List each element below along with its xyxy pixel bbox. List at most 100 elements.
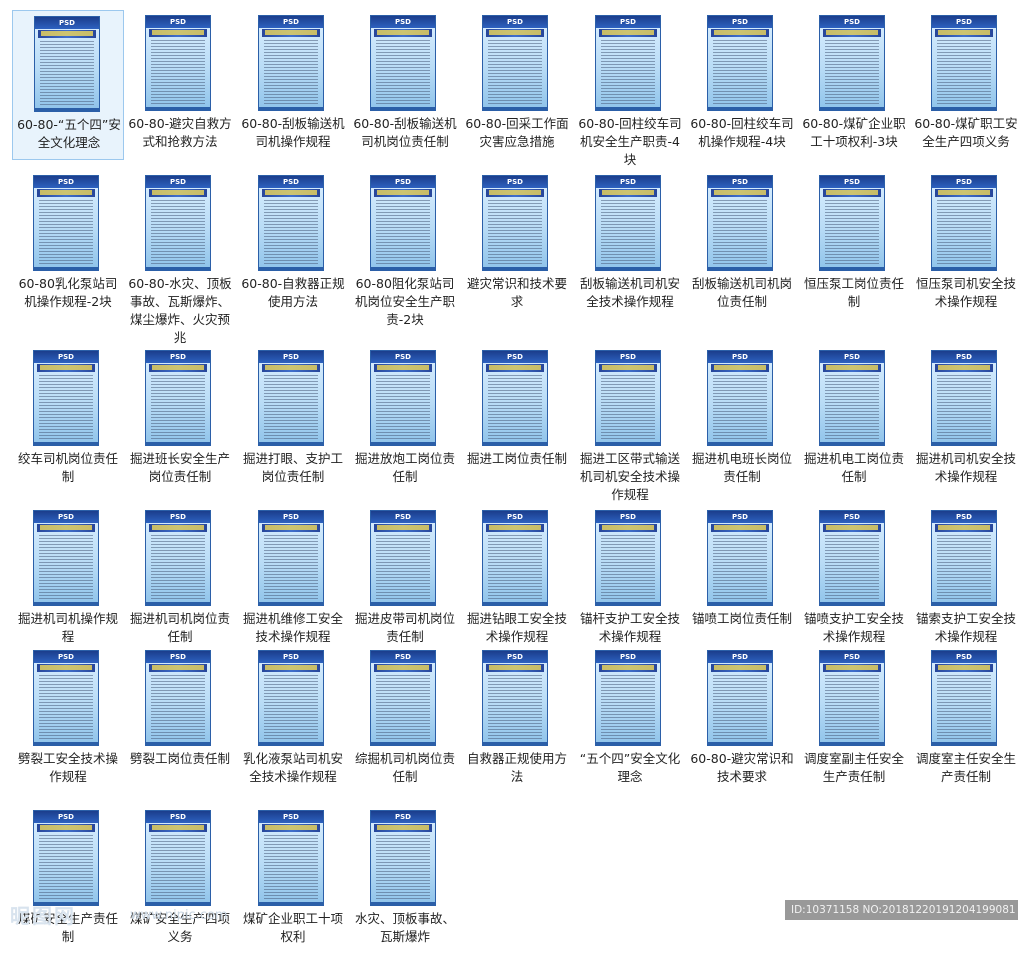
file-item[interactable]: PSD 综掘机司机岗位责任制	[349, 645, 461, 795]
file-item[interactable]: PSD 掘进机司机安全技术操作规程	[910, 345, 1022, 495]
file-item[interactable]: PSD 60-80-避灾自救方式和抢救方法	[124, 10, 236, 160]
psd-badge: PSD	[283, 353, 299, 361]
psd-thumbnail: PSD	[595, 175, 661, 271]
file-item[interactable]: PSD 60-80-回采工作面灾害应急措施	[461, 10, 573, 160]
file-name-label: 劈裂工岗位责任制	[129, 751, 230, 766]
psd-thumbnail: PSD	[931, 510, 997, 606]
psd-badge: PSD	[956, 513, 972, 521]
file-item[interactable]: PSD 劈裂工安全技术操作规程	[12, 645, 124, 795]
file-item[interactable]: PSD 掘进放炮工岗位责任制	[349, 345, 461, 495]
psd-badge: PSD	[170, 18, 186, 26]
file-item[interactable]: PSD 劈裂工岗位责任制	[124, 645, 236, 795]
psd-thumbnail: PSD	[258, 350, 324, 446]
psd-thumbnail: PSD	[595, 510, 661, 606]
psd-thumbnail: PSD	[33, 510, 99, 606]
psd-badge: PSD	[58, 353, 74, 361]
file-name-label: 掘进机维修工安全技术操作规程	[242, 611, 343, 644]
file-item[interactable]: PSD 掘进工岗位责任制	[461, 345, 573, 495]
file-item[interactable]: PSD 掘进机维修工安全技术操作规程	[237, 505, 349, 655]
psd-thumbnail: PSD	[931, 175, 997, 271]
psd-thumbnail: PSD	[595, 15, 661, 111]
file-item[interactable]: PSD 恒压泵司机安全技术操作规程	[910, 170, 1022, 320]
psd-thumbnail: PSD	[258, 15, 324, 111]
psd-badge: PSD	[844, 653, 860, 661]
psd-badge: PSD	[844, 513, 860, 521]
file-item[interactable]: PSD 60-80-自救器正规使用方法	[237, 170, 349, 320]
psd-badge: PSD	[956, 653, 972, 661]
image-id-bar: ID:10371158 NO:20181220191204199081	[785, 900, 1018, 920]
file-item[interactable]: PSD 刮板输送机司机岗位责任制	[686, 170, 798, 320]
file-item[interactable]: PSD 调度室主任安全生产责任制	[910, 645, 1022, 795]
file-item[interactable]: PSD 60-80-刮板输送机司机岗位责任制	[349, 10, 461, 160]
psd-badge: PSD	[507, 18, 523, 26]
file-item[interactable]: PSD 掘进机电工岗位责任制	[798, 345, 910, 495]
file-name-label: 掘进班长安全生产岗位责任制	[129, 451, 230, 484]
psd-thumbnail: PSD	[34, 16, 100, 112]
file-item[interactable]: PSD 锚索支护工安全技术操作规程	[910, 505, 1022, 655]
psd-badge: PSD	[732, 178, 748, 186]
psd-thumbnail: PSD	[482, 175, 548, 271]
psd-thumbnail: PSD	[370, 510, 436, 606]
file-item[interactable]: PSD 锚喷支护工安全技术操作规程	[798, 505, 910, 655]
file-item[interactable]: PSD 60-80-回柱绞车司机操作规程-4块	[686, 10, 798, 160]
file-item[interactable]: PSD 掘进工区带式输送机司机安全技术操作规程	[574, 345, 686, 502]
watermark-url: www.nipic.com	[130, 908, 228, 923]
file-item[interactable]: PSD 60-80-回柱绞车司机安全生产职责-4块	[574, 10, 686, 167]
file-item[interactable]: PSD 掘进机电班长岗位责任制	[686, 345, 798, 495]
file-item[interactable]: PSD 刮板输送机司机安全技术操作规程	[574, 170, 686, 320]
file-item[interactable]: PSD 掘进钻眼工安全技术操作规程	[461, 505, 573, 655]
file-item[interactable]: PSD 60-80-“五个四”安全文化理念	[12, 10, 124, 160]
file-item[interactable]: PSD 煤矿安全生产四项义务	[124, 805, 236, 955]
file-item[interactable]: PSD 60-80-刮板输送机司机操作规程	[237, 10, 349, 160]
file-name-label: 掘进工岗位责任制	[466, 451, 567, 466]
file-name-label: 刮板输送机司机安全技术操作规程	[579, 276, 680, 309]
file-item[interactable]: PSD 煤矿安全生产责任制	[12, 805, 124, 955]
psd-thumbnail: PSD	[33, 350, 99, 446]
file-item[interactable]: PSD 避灾常识和技术要求	[461, 170, 573, 320]
psd-badge: PSD	[395, 653, 411, 661]
psd-badge: PSD	[620, 513, 636, 521]
file-item[interactable]: PSD 60-80-煤矿企业职工十项权利-3块	[798, 10, 910, 160]
file-name-label: 综掘机司机岗位责任制	[354, 751, 455, 784]
file-item[interactable]: PSD 锚杆支护工安全技术操作规程	[574, 505, 686, 655]
psd-thumbnail: PSD	[258, 650, 324, 746]
psd-badge: PSD	[58, 813, 74, 821]
file-item[interactable]: PSD 自救器正规使用方法	[461, 645, 573, 795]
file-name-label: 60-80-“五个四”安全文化理念	[17, 117, 121, 150]
psd-thumbnail: PSD	[819, 175, 885, 271]
psd-badge: PSD	[732, 18, 748, 26]
file-item[interactable]: PSD 乳化液泵站司机安全技术操作规程	[237, 645, 349, 795]
psd-badge: PSD	[507, 513, 523, 521]
psd-thumbnail: PSD	[145, 175, 211, 271]
psd-thumbnail: PSD	[931, 650, 997, 746]
psd-thumbnail: PSD	[707, 350, 773, 446]
file-item[interactable]: PSD 掘进班长安全生产岗位责任制	[124, 345, 236, 495]
file-item[interactable]: PSD 水灾、顶板事故、瓦斯爆炸	[349, 805, 461, 955]
file-item[interactable]: PSD 调度室副主任安全生产责任制	[798, 645, 910, 795]
file-item[interactable]: PSD 60-80-煤矿职工安全生产四项义务	[910, 10, 1022, 160]
file-item[interactable]: PSD 掘进机司机岗位责任制	[124, 505, 236, 655]
psd-thumbnail: PSD	[595, 650, 661, 746]
file-name-label: 掘进机电班长岗位责任制	[691, 451, 792, 484]
file-name-label: 刮板输送机司机岗位责任制	[691, 276, 792, 309]
file-item[interactable]: PSD “五个四”安全文化理念	[574, 645, 686, 795]
psd-badge: PSD	[283, 653, 299, 661]
file-item[interactable]: PSD 掘进机司机操作规程	[12, 505, 124, 655]
file-item[interactable]: PSD 60-80-避灾常识和技术要求	[686, 645, 798, 795]
file-item[interactable]: PSD 煤矿企业职工十项权利	[237, 805, 349, 955]
file-item[interactable]: PSD 掘进皮带司机岗位责任制	[349, 505, 461, 655]
file-item[interactable]: PSD 恒压泵工岗位责任制	[798, 170, 910, 320]
psd-thumbnail: PSD	[595, 350, 661, 446]
file-item[interactable]: PSD 绞车司机岗位责任制	[12, 345, 124, 495]
file-name-label: 60-80-避灾自救方式和抢救方法	[128, 116, 232, 149]
psd-thumbnail: PSD	[370, 15, 436, 111]
file-name-label: 调度室主任安全生产责任制	[915, 751, 1016, 784]
psd-badge: PSD	[170, 813, 186, 821]
file-item[interactable]: PSD 60-80乳化泵站司机操作规程-2块	[12, 170, 124, 320]
file-item[interactable]: PSD 锚喷工岗位责任制	[686, 505, 798, 655]
psd-thumbnail: PSD	[145, 810, 211, 906]
psd-badge: PSD	[620, 178, 636, 186]
file-item[interactable]: PSD 60-80阻化泵站司机岗位安全生产职责-2块	[349, 170, 461, 327]
file-item[interactable]: PSD 掘进打眼、支护工岗位责任制	[237, 345, 349, 495]
file-item[interactable]: PSD 60-80-水灾、顶板事故、瓦斯爆炸、煤尘爆炸、火灾预兆	[124, 170, 236, 345]
